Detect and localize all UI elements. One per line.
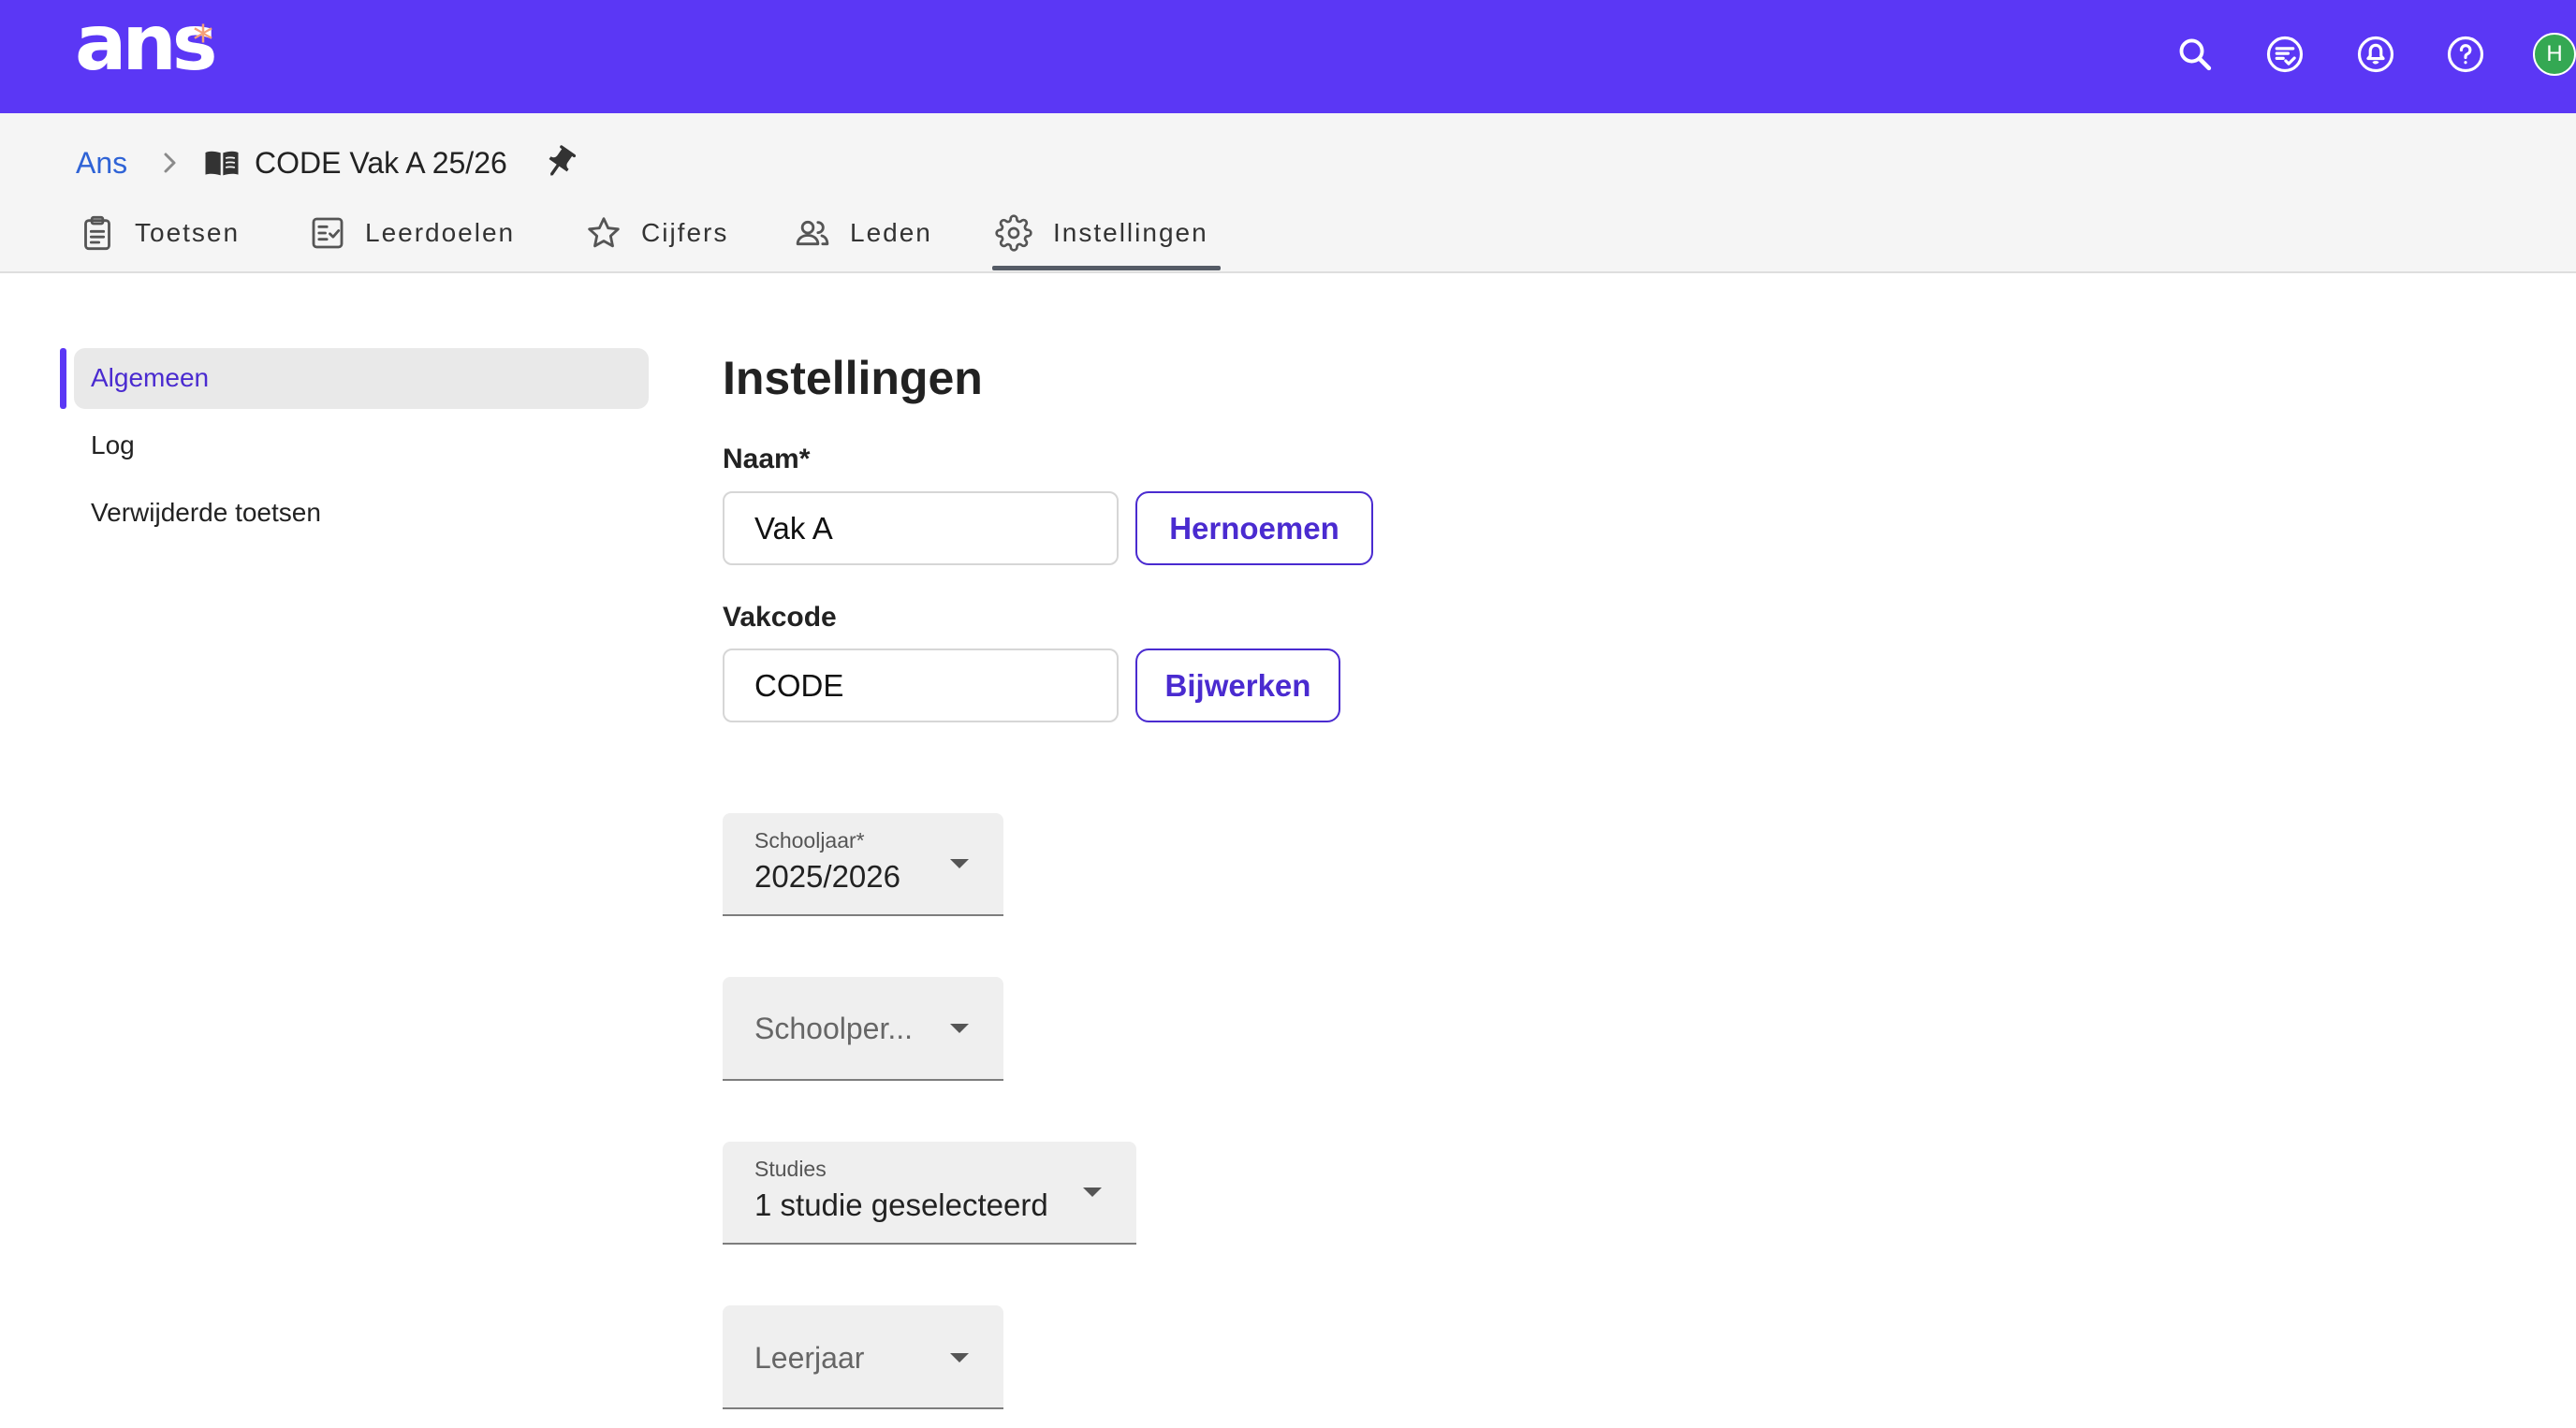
checklist-chat-icon[interactable] [2265, 35, 2305, 74]
tab-leden[interactable]: Leden [794, 205, 932, 261]
logo-asterisk: * [193, 17, 213, 65]
select-placeholder: Schoolper... [754, 1011, 913, 1045]
tab-label: Instellingen [1053, 218, 1208, 247]
chevron-down-icon [950, 1024, 969, 1033]
gear-icon [995, 214, 1032, 252]
checklist-icon [312, 217, 344, 249]
search-icon[interactable] [2175, 35, 2215, 74]
tab-cijfers[interactable]: Cijfers [585, 205, 728, 261]
select-placeholder: Leerjaar [754, 1340, 865, 1375]
clipboard-icon [84, 215, 110, 251]
sidebar-active-indicator [60, 348, 66, 409]
tab-toetsen[interactable]: Toetsen [79, 205, 240, 261]
top-bar: ans * H [0, 0, 2576, 113]
sidebar-item-label-algemeen[interactable]: Algemeen [91, 362, 209, 394]
tab-label: Leden [850, 218, 932, 247]
studies-select[interactable]: Studies 1 studie geselecteerd [723, 1142, 1136, 1245]
notification-bell-icon[interactable] [2356, 35, 2395, 74]
pin-icon[interactable] [541, 144, 578, 182]
star-icon [588, 217, 620, 248]
tab-instellingen[interactable]: Instellingen [995, 205, 1208, 261]
course-code-input[interactable] [723, 648, 1119, 722]
select-value: 1 studie geselecteerd [754, 1188, 1048, 1223]
tab-label: Cijfers [641, 218, 729, 247]
book-open-icon [202, 144, 242, 182]
sidebar-item-log[interactable]: Log [91, 430, 135, 461]
active-tab-indicator [992, 266, 1221, 270]
people-icon [796, 220, 829, 246]
breadcrumb-root-link[interactable]: Ans [76, 145, 127, 181]
tab-label: Toetsen [135, 218, 241, 247]
school-period-select[interactable]: Schoolper... [723, 977, 1003, 1081]
sidebar-item-verwijderde-toetsen[interactable]: Verwijderde toetsen [91, 497, 321, 529]
rename-button[interactable]: Hernoemen [1135, 491, 1373, 565]
chevron-down-icon [1083, 1188, 1102, 1197]
breadcrumb-current-course: CODE Vak A 25/26 [255, 145, 507, 180]
select-value: 2025/2026 [754, 859, 900, 895]
chevron-down-icon [950, 1353, 969, 1362]
grade-year-select[interactable]: Leerjaar [723, 1305, 1003, 1409]
page-title: Instellingen [723, 352, 983, 404]
user-avatar[interactable]: H [2533, 33, 2576, 76]
course-code-label: Vakcode [723, 602, 837, 633]
select-label: Schooljaar* [754, 828, 865, 853]
update-code-button[interactable]: Bijwerken [1135, 648, 1340, 722]
name-label: Naam* [723, 444, 811, 474]
chevron-down-icon [950, 859, 969, 868]
school-year-select[interactable]: Schooljaar* 2025/2026 [723, 813, 1003, 916]
name-input[interactable] [723, 491, 1119, 565]
select-label: Studies [754, 1157, 827, 1182]
chevron-right-icon [152, 146, 185, 180]
tab-label: Leerdoelen [365, 218, 516, 247]
tab-leerdoelen[interactable]: Leerdoelen [309, 205, 515, 261]
help-icon[interactable] [2446, 35, 2485, 74]
